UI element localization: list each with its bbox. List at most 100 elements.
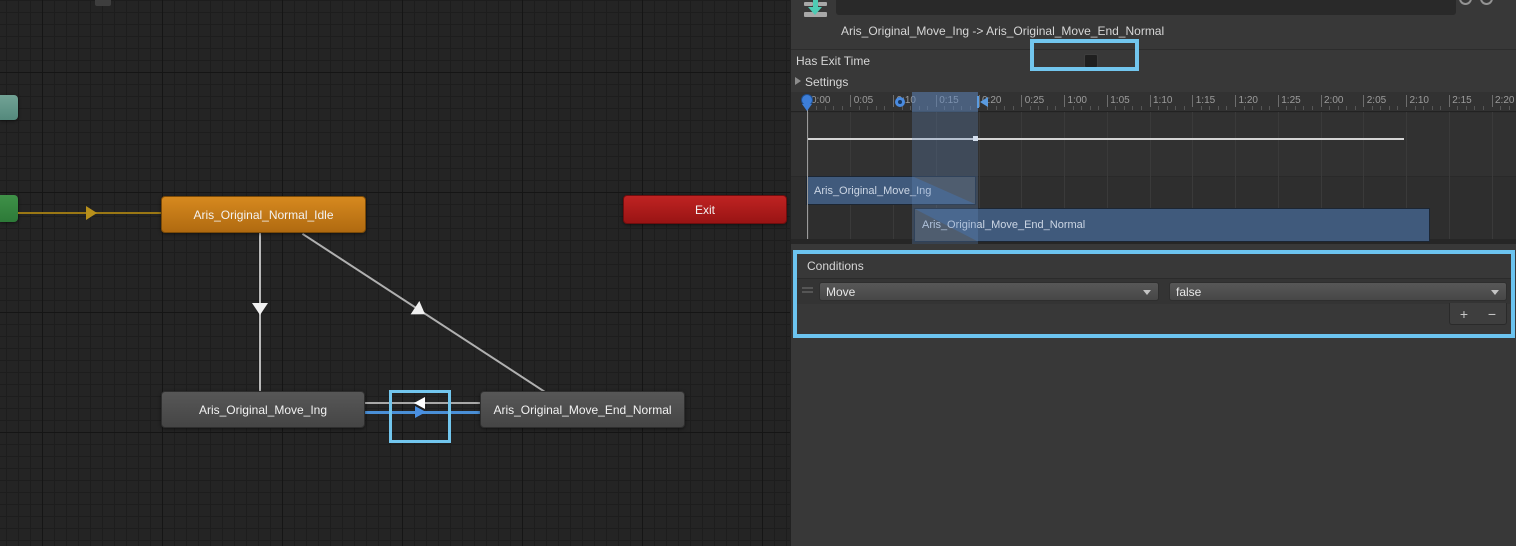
state-node-move-end-normal[interactable]: Aris_Original_Move_End_Normal <box>480 391 685 428</box>
ruler-subtick <box>1226 106 1227 110</box>
transition-name-field[interactable] <box>836 0 1456 15</box>
has-exit-time-label: Has Exit Time <box>796 54 870 68</box>
state-machine-graph[interactable]: Aris_Original_Normal_Idle Exit Aris_Orig… <box>0 0 790 546</box>
ruler-label: 1:20 <box>1239 95 1258 106</box>
ruler-subtick <box>1158 106 1159 110</box>
ruler-subtick <box>1355 106 1356 110</box>
chevron-down-icon <box>1491 290 1499 295</box>
ruler-subtick <box>1073 106 1074 110</box>
ruler-subtick <box>867 106 868 110</box>
ruler-tick <box>1235 95 1236 107</box>
ruler-subtick <box>1252 106 1253 110</box>
entry-node-fragment[interactable] <box>0 195 18 222</box>
ruler-subtick <box>1098 106 1099 110</box>
remove-condition-button[interactable]: − <box>1488 307 1496 321</box>
highlight-box-has-exit-time <box>1030 39 1139 71</box>
entry-transition-arrow-icon <box>86 206 97 220</box>
settings-foldout-icon[interactable] <box>795 77 801 85</box>
ruler-label: 1:15 <box>1196 95 1215 106</box>
ruler-tick <box>1363 95 1364 107</box>
ruler-subtick <box>1338 106 1339 110</box>
ruler-label: 0:00 <box>811 95 830 106</box>
transition-duration-band[interactable] <box>912 92 978 244</box>
state-node-normal-idle[interactable]: Aris_Original_Normal_Idle <box>161 196 366 233</box>
ruler-subtick <box>825 106 826 110</box>
ruler-tick <box>893 95 894 107</box>
offscreen-node-fragment <box>95 0 111 6</box>
ruler-label: 2:10 <box>1410 95 1429 106</box>
exit-time-marker-icon[interactable] <box>895 97 905 107</box>
timeline-preview-area <box>791 113 1516 176</box>
any-state-node-fragment[interactable] <box>0 95 18 120</box>
state-node-move-ing[interactable]: Aris_Original_Move_Ing <box>161 391 365 428</box>
transition-end-marker-icon[interactable] <box>980 97 988 107</box>
timeline-gridline <box>1492 112 1493 239</box>
header-divider <box>791 49 1516 50</box>
ruler-tick <box>1150 95 1151 107</box>
transition-end-marker-bar[interactable] <box>977 96 979 108</box>
transition-timeline[interactable]: 0:000:050:100:150:200:251:001:051:101:15… <box>791 92 1516 244</box>
help-icon[interactable] <box>1459 0 1472 5</box>
conditions-header: Conditions <box>807 259 864 273</box>
ruler-tick <box>1064 95 1065 107</box>
ruler-subtick <box>876 106 877 110</box>
ruler-subtick <box>1432 106 1433 110</box>
ruler-label: 0:25 <box>1025 95 1044 106</box>
animator-window: Aris_Original_Normal_Idle Exit Aris_Orig… <box>0 0 1516 546</box>
ruler-subtick <box>1474 106 1475 110</box>
ruler-subtick <box>1466 106 1467 110</box>
ruler-subtick <box>1261 106 1262 110</box>
ruler-subtick <box>1244 106 1245 110</box>
ruler-subtick <box>1175 106 1176 110</box>
state-node-label: Aris_Original_Normal_Idle <box>193 208 333 222</box>
ruler-subtick <box>1030 106 1031 110</box>
ruler-tick <box>1321 95 1322 107</box>
ruler-subtick <box>1380 106 1381 110</box>
inspector-panel: Aris_Original_Move_Ing -> Aris_Original_… <box>790 0 1516 546</box>
ruler-subtick <box>996 106 997 110</box>
drag-handle-icon[interactable] <box>802 287 813 294</box>
ruler-subtick <box>1329 106 1330 110</box>
chevron-down-icon <box>1143 290 1151 295</box>
ruler-subtick <box>1090 106 1091 110</box>
condition-value-dropdown[interactable]: false <box>1169 282 1507 301</box>
ruler-label: 2:20 <box>1495 95 1514 106</box>
transition-title: Aris_Original_Move_Ing -> Aris_Original_… <box>841 24 1164 38</box>
ruler-subtick <box>1038 106 1039 110</box>
ruler-label: 1:25 <box>1281 95 1300 106</box>
condition-list-controls: + − <box>1449 303 1507 325</box>
ruler-subtick <box>1423 106 1424 110</box>
transition-duration-band-ruler[interactable] <box>912 92 978 112</box>
ruler-label: 2:00 <box>1324 95 1343 106</box>
ruler-subtick <box>833 106 834 110</box>
add-condition-button[interactable]: + <box>1460 307 1468 321</box>
state-node-label: Exit <box>695 203 715 217</box>
ruler-subtick <box>1286 106 1287 110</box>
settings-label[interactable]: Settings <box>805 75 848 89</box>
ruler-subtick <box>816 106 817 110</box>
condition-parameter-dropdown[interactable]: Move <box>819 282 1159 301</box>
ruler-label: 1:00 <box>1068 95 1087 106</box>
ruler-subtick <box>1124 106 1125 110</box>
state-node-label: Aris_Original_Move_Ing <box>199 403 327 417</box>
ruler-tick <box>1278 95 1279 107</box>
ruler-label: 2:15 <box>1452 95 1471 106</box>
ruler-subtick <box>1167 106 1168 110</box>
ruler-subtick <box>1209 106 1210 110</box>
ruler-subtick <box>1269 106 1270 110</box>
presets-icon[interactable] <box>1480 0 1493 5</box>
ruler-subtick <box>1047 106 1048 110</box>
ruler-subtick <box>1372 106 1373 110</box>
blend-curve-line <box>807 138 1404 140</box>
condition-parameter-value: Move <box>826 285 855 299</box>
clip-bar-destination[interactable]: Aris_Original_Move_End_Normal <box>914 208 1430 242</box>
ruler-subtick <box>1201 106 1202 110</box>
ruler-subtick <box>859 106 860 110</box>
state-node-exit[interactable]: Exit <box>623 195 787 224</box>
ruler-subtick <box>1500 106 1501 110</box>
ruler-subtick <box>910 106 911 110</box>
state-node-label: Aris_Original_Move_End_Normal <box>493 403 671 417</box>
ruler-label: 2:05 <box>1367 95 1386 106</box>
condition-value: false <box>1176 285 1201 299</box>
timeline-gridline <box>1449 112 1450 239</box>
